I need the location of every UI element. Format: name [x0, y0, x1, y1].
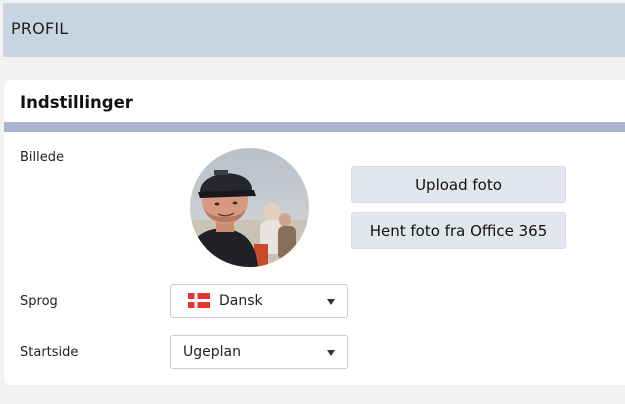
startpage-label: Startside — [20, 345, 79, 360]
section-divider — [4, 122, 625, 132]
language-value: Dansk — [219, 293, 263, 309]
settings-card: Indstillinger Billede Upload foto Hent f… — [4, 80, 625, 385]
profile-photo — [190, 148, 309, 267]
chevron-down-icon — [327, 299, 335, 305]
upload-photo-button[interactable]: Upload foto — [351, 166, 566, 203]
avatar — [190, 148, 309, 267]
denmark-flag-icon — [188, 293, 210, 308]
page-header: PROFIL — [3, 3, 625, 57]
language-select[interactable]: Dansk — [170, 284, 348, 318]
startpage-value: Ugeplan — [183, 344, 241, 360]
startpage-select[interactable]: Ugeplan — [170, 335, 348, 369]
language-label: Sprog — [20, 294, 58, 309]
chevron-down-icon — [327, 350, 335, 356]
picture-label: Billede — [20, 150, 65, 165]
office365-photo-button[interactable]: Hent foto fra Office 365 — [351, 212, 566, 249]
page-title: PROFIL — [11, 19, 69, 38]
settings-title: Indstillinger — [20, 93, 133, 112]
